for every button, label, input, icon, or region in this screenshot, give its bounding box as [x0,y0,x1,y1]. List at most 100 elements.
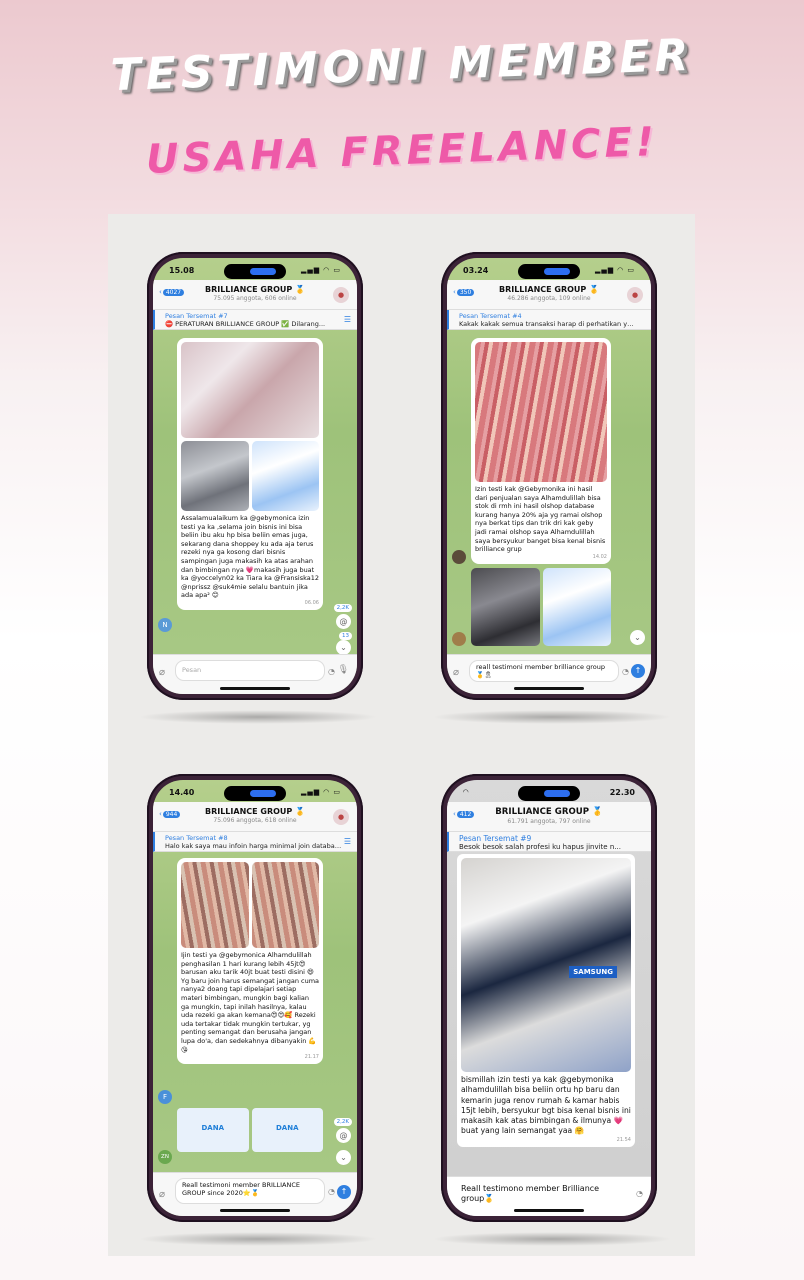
scroll-down-icon[interactable]: ⌄ [336,1150,351,1165]
mention-count-badge[interactable]: 2,2K [333,604,352,612]
pin-list-icon[interactable]: ☰ [344,837,351,846]
chat-header: ‹ 4027 BRILLIANCE GROUP 🥇 75.095 anggota,… [153,280,357,310]
sender-avatar[interactable]: ZN [158,1150,172,1164]
message-time: 21.17 [304,1054,319,1061]
sticker-icon[interactable]: ◔ [622,667,629,676]
message-text: Assalamualaikum ka @gebymonica izin test… [181,514,319,600]
unread-badge[interactable]: 13 [339,632,352,640]
chat-header: ‹ 944 BRILLIANCE GROUP 🥇 75.096 anggota, … [153,802,357,832]
pinned-label: Pesan Tersemat #7 [165,312,228,320]
message-input[interactable]: Reall testimono member Brilliance group🥇 [455,1182,625,1206]
message-text: bismillah izin testi ya kak @gebymonika … [461,1075,631,1136]
sender-avatar[interactable] [452,632,466,646]
dynamic-island [224,264,286,279]
pinned-message-bar[interactable]: Pesan Tersemat #9 Besok besok salah prof… [447,832,651,852]
attach-icon[interactable]: ⌀ [159,667,165,678]
message-bubble[interactable]: Assalamualaikum ka @gebymonica izin test… [177,338,323,610]
pinned-label: Pesan Tersemat #4 [459,312,522,320]
status-time: 22.30 [609,788,635,797]
chat-members: 75.096 anggota, 618 online [213,817,297,824]
pinned-message-bar[interactable]: Pesan Tersemat #4 Kakak kakak semua tran… [447,310,651,330]
wifi-icon: ◠ [463,788,470,796]
scroll-down-icon[interactable]: ⌄ [336,640,351,655]
sticker-icon[interactable]: ◔ [328,1187,335,1196]
photo-bri-receipt[interactable] [471,568,540,646]
pinned-message-bar[interactable]: Pesan Tersemat #8 Halo kak saya mau info… [153,832,357,852]
group-avatar[interactable]: ● [333,287,349,303]
telegram-screen: ◠ 22.30 ‹ 412 BRILLIANCE GROUP 🥇 61.791 a… [447,780,651,1216]
phone-testimonial-2: 03.24 ▂▄▆ ◠ ▭ ‹ 350 BRILLIANCE GROUP 🥇 46… [441,252,657,700]
signal-wifi-battery-icon: ▂▄▆ ◠ ▭ [594,266,635,274]
mention-icon[interactable]: @ [336,1128,351,1143]
mention-icon[interactable]: @ [336,614,351,629]
message-input[interactable]: reall testimoni member brilliance group … [469,660,619,682]
telegram-screen: 14.40 ▂▄▆ ◠ ▭ ‹ 944 BRILLIANCE GROUP 🥇 75… [153,780,357,1216]
chat-members: 46.286 anggota, 109 online [507,295,591,302]
pinned-text: Halo kak saya mau infoin harga minimal j… [165,842,343,850]
message-input[interactable]: Pesan [175,660,325,681]
message-bubble[interactable]: Ijin testi ya @gebymonica Alhamdulillah … [177,858,323,1065]
pinned-message-bar[interactable]: Pesan Tersemat #7 ⛔ PERATURAN BRILLIANCE… [153,310,357,330]
photo-album [471,568,611,646]
back-button[interactable]: ‹ 944 [159,810,181,818]
attach-icon[interactable]: ⌀ [159,1189,165,1200]
group-avatar[interactable]: ● [333,809,349,825]
photo-phone-box[interactable] [251,441,319,511]
attach-icon[interactable]: ⌀ [453,667,459,678]
photo-cash-bundle-2[interactable] [251,862,319,948]
back-button[interactable]: ‹ 412 [453,810,475,818]
sender-avatar[interactable] [452,550,466,564]
phone-testimonial-1: 15.08 ▂▄▆ ◠ ▭ ‹ 4027 BRILLIANCE GROUP 🥇 7… [147,252,363,700]
photo-dana-screenshot[interactable] [542,568,611,646]
send-button[interactable]: ↑ [337,1185,351,1199]
message-bubble[interactable]: Izin testi kak @Gebymonika ini hasil dar… [471,338,611,564]
unread-count: 350 [456,288,475,296]
home-indicator [220,687,290,690]
signal-wifi-battery-icon: ▂▄▆ ◠ ▭ [300,788,341,796]
home-indicator [220,1209,290,1212]
chat-members: 61.791 anggota, 797 online [507,818,591,825]
chat-title[interactable]: BRILLIANCE GROUP 🥇 [153,807,357,816]
samsung-box-label: SAMSUNG [569,966,617,978]
phone-shadow [432,1232,672,1246]
dynamic-island [518,264,580,279]
sticker-icon[interactable]: ◔ [328,667,335,676]
chat-title[interactable]: BRILLIANCE GROUP 🥇 [447,285,651,294]
message-bubble[interactable]: SAMSUNG bismillah izin testi ya kak @geb… [457,854,635,1147]
group-avatar[interactable]: ● [627,287,643,303]
pinned-label: Pesan Tersemat #9 [459,834,532,843]
status-time: 03.24 [463,266,489,275]
phone-shadow [138,710,378,724]
photo-dana-1[interactable]: DANA [177,1108,249,1152]
pinned-text: ⛔ PERATURAN BRILLIANCE GROUP ✅ Dilarang.… [165,320,326,328]
chat-header: ‹ 350 BRILLIANCE GROUP 🥇 46.286 anggota, … [447,280,651,310]
sender-avatar[interactable]: N [158,618,172,632]
pinned-label: Pesan Tersemat #8 [165,834,228,842]
photo-gold-jewelry[interactable] [181,441,249,511]
pin-list-icon[interactable]: ☰ [344,315,351,324]
photo-new-phones[interactable]: SAMSUNG [461,858,631,1072]
message-time: 21.54 [616,1136,631,1143]
phone-testimonial-4: ◠ 22.30 ‹ 412 BRILLIANCE GROUP 🥇 61.791 a… [441,774,657,1222]
photo-cash-stack[interactable] [475,342,607,482]
dynamic-island [224,786,286,801]
message-input[interactable]: Reall testimoni member BRILLIANCE GROUP … [175,1178,325,1204]
sticker-icon[interactable]: ◔ [636,1189,643,1198]
photo-receipt-gold[interactable] [181,342,319,438]
back-button[interactable]: ‹ 350 [453,288,475,296]
mention-count-badge[interactable]: 2,2K [333,1118,352,1126]
message-time: 14.02 [592,553,607,560]
phone-testimonial-3: 14.40 ▂▄▆ ◠ ▭ ‹ 944 BRILLIANCE GROUP 🥇 75… [147,774,363,1222]
message-time: 06.06 [304,599,319,606]
scroll-down-icon[interactable]: ⌄ [630,630,645,645]
microphone-icon[interactable]: 🎙 [338,665,349,675]
photo-cash-bundle-1[interactable] [181,862,249,948]
send-button[interactable]: ↑ [631,664,645,678]
back-button[interactable]: ‹ 4027 [159,288,185,296]
unread-count: 944 [162,810,181,818]
signal-wifi-battery-icon: ▂▄▆ ◠ ▭ [300,266,341,274]
telegram-screen: 03.24 ▂▄▆ ◠ ▭ ‹ 350 BRILLIANCE GROUP 🥇 46… [447,258,651,694]
chat-title[interactable]: BRILLIANCE GROUP 🥇 [447,807,651,817]
photo-dana-2[interactable]: DANA [251,1108,323,1152]
sender-avatar[interactable]: F [158,1090,172,1104]
